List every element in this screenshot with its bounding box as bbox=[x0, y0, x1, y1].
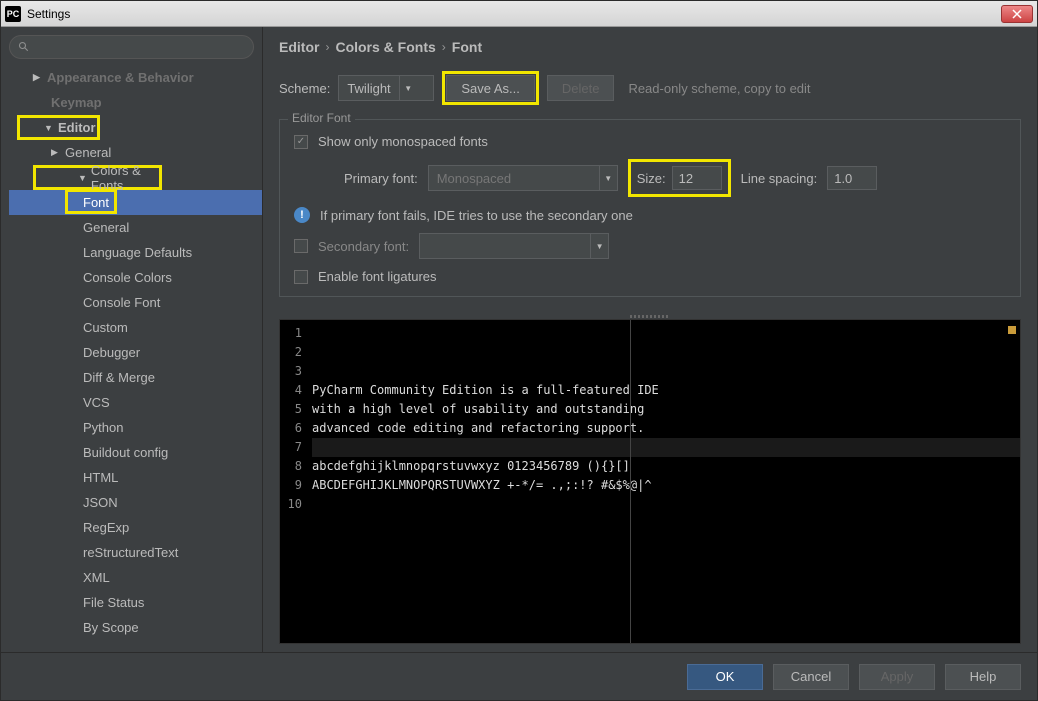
dialog-footer: OK Cancel Apply Help bbox=[1, 652, 1037, 700]
ligatures-label: Enable font ligatures bbox=[318, 269, 437, 284]
tree-console-font[interactable]: Console Font bbox=[9, 290, 262, 315]
main-panel: Editor› Colors & Fonts› Font Scheme: Twi… bbox=[263, 27, 1037, 652]
tree-file-status[interactable]: File Status bbox=[9, 590, 262, 615]
tree-general[interactable]: ▶General bbox=[9, 140, 262, 165]
scheme-select[interactable]: Twilight ▼ bbox=[338, 75, 434, 101]
code-area: PyCharm Community Edition is a full-feat… bbox=[308, 320, 1020, 643]
cancel-button[interactable]: Cancel bbox=[773, 664, 849, 690]
app-icon: PC bbox=[5, 6, 21, 22]
help-button[interactable]: Help bbox=[945, 664, 1021, 690]
search-input[interactable] bbox=[9, 35, 254, 59]
editor-font-group: Editor Font Show only monospaced fonts P… bbox=[279, 119, 1021, 297]
settings-tree[interactable]: ▶Appearance & Behavior Keymap ▼Editor ▶G… bbox=[9, 65, 262, 652]
tree-html[interactable]: HTML bbox=[9, 465, 262, 490]
window-title: Settings bbox=[27, 7, 1001, 21]
chevron-down-icon: ▼ bbox=[596, 174, 620, 183]
tree-rst[interactable]: reStructuredText bbox=[9, 540, 262, 565]
font-preview[interactable]: 12345678910 PyCharm Community Edition is… bbox=[279, 319, 1021, 644]
secondary-font-label: Secondary font: bbox=[318, 239, 409, 254]
tree-console-colors[interactable]: Console Colors bbox=[9, 265, 262, 290]
scheme-label: Scheme: bbox=[279, 81, 330, 96]
tree-keymap[interactable]: Keymap bbox=[9, 90, 262, 115]
tree-debugger[interactable]: Debugger bbox=[9, 340, 262, 365]
delete-button[interactable]: Delete bbox=[547, 75, 615, 101]
tree-colors-fonts[interactable]: ▼Colors & Fonts bbox=[33, 165, 162, 190]
search-icon bbox=[18, 41, 30, 53]
size-label: Size: bbox=[637, 171, 666, 186]
titlebar: PC Settings bbox=[1, 1, 1037, 27]
primary-font-label: Primary font: bbox=[344, 171, 418, 186]
tree-appearance[interactable]: ▶Appearance & Behavior bbox=[9, 65, 262, 90]
marker-icon bbox=[1008, 326, 1016, 334]
line-spacing-label: Line spacing: bbox=[741, 171, 818, 186]
ligatures-checkbox[interactable] bbox=[294, 270, 308, 284]
breadcrumb: Editor› Colors & Fonts› Font bbox=[279, 39, 1021, 55]
gutter: 12345678910 bbox=[280, 320, 308, 643]
tree-lang-defaults[interactable]: Language Defaults bbox=[9, 240, 262, 265]
tree-vcs[interactable]: VCS bbox=[9, 390, 262, 415]
tree-json[interactable]: JSON bbox=[9, 490, 262, 515]
show-mono-checkbox[interactable] bbox=[294, 135, 308, 149]
info-text: If primary font fails, IDE tries to use … bbox=[320, 208, 633, 223]
primary-font-select[interactable]: Monospaced ▼ bbox=[428, 165, 618, 191]
chevron-down-icon: ▼ bbox=[396, 84, 420, 93]
tree-custom[interactable]: Custom bbox=[9, 315, 262, 340]
tree-font[interactable]: Font bbox=[9, 190, 262, 215]
chevron-down-icon: ▼ bbox=[588, 242, 612, 251]
size-input[interactable]: 12 bbox=[672, 166, 722, 190]
line-spacing-input[interactable]: 1.0 bbox=[827, 166, 877, 190]
info-icon: ! bbox=[294, 207, 310, 223]
secondary-checkbox[interactable] bbox=[294, 239, 308, 253]
tree-python[interactable]: Python bbox=[9, 415, 262, 440]
tree-diff-merge[interactable]: Diff & Merge bbox=[9, 365, 262, 390]
secondary-font-select[interactable]: ▼ bbox=[419, 233, 609, 259]
tree-cf-general[interactable]: General bbox=[9, 215, 262, 240]
apply-button[interactable]: Apply bbox=[859, 664, 935, 690]
tree-xml[interactable]: XML bbox=[9, 565, 262, 590]
tree-buildout[interactable]: Buildout config bbox=[9, 440, 262, 465]
save-as-button[interactable]: Save As... bbox=[446, 75, 535, 101]
readonly-hint: Read-only scheme, copy to edit bbox=[628, 81, 810, 96]
group-title: Editor Font bbox=[288, 111, 355, 125]
sidebar: ▶Appearance & Behavior Keymap ▼Editor ▶G… bbox=[1, 27, 263, 652]
close-button[interactable] bbox=[1001, 5, 1033, 23]
ok-button[interactable]: OK bbox=[687, 664, 763, 690]
tree-editor[interactable]: ▼Editor bbox=[17, 115, 100, 140]
tree-by-scope[interactable]: By Scope bbox=[9, 615, 262, 640]
tree-regexp[interactable]: RegExp bbox=[9, 515, 262, 540]
close-icon bbox=[1012, 9, 1022, 19]
show-mono-label: Show only monospaced fonts bbox=[318, 134, 488, 149]
